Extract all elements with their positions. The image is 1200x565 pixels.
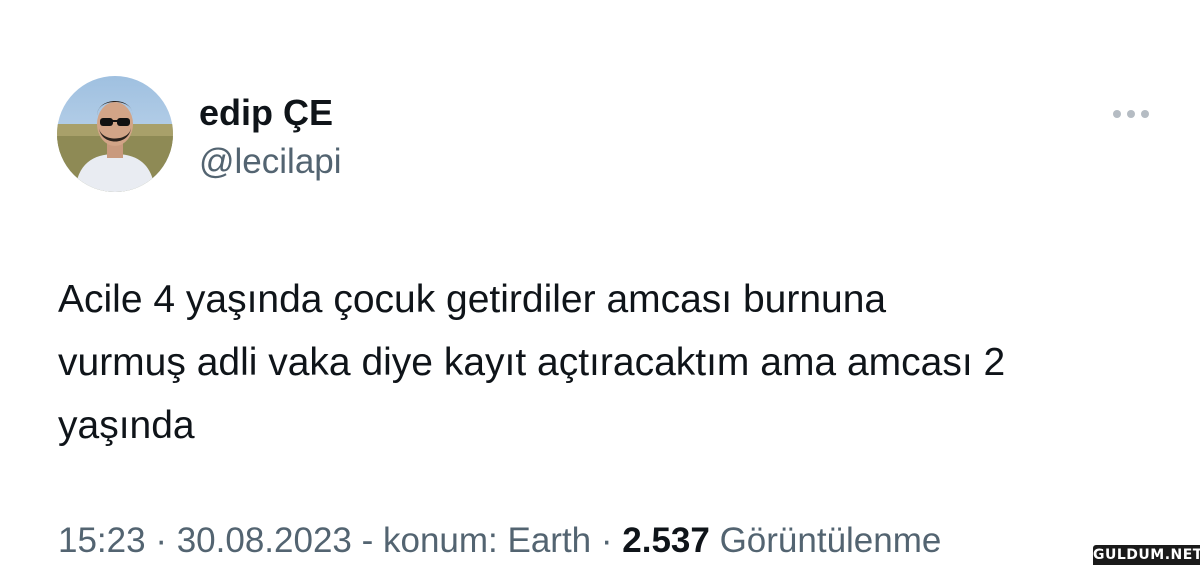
avatar-photo xyxy=(57,76,173,192)
meta-separator: · xyxy=(591,521,623,560)
ellipsis-icon xyxy=(1113,110,1149,118)
views-label: Görüntülenme xyxy=(709,521,942,560)
tweet-time[interactable]: 15:23 xyxy=(58,521,146,560)
more-options-button[interactable] xyxy=(1108,100,1154,128)
tweet-card: edip ÇE @lecilapi Acile 4 yaşında çocuk … xyxy=(0,0,1200,565)
meta-separator: · xyxy=(145,521,177,560)
tweet-location: - konum: Earth xyxy=(351,521,592,560)
tweet-date[interactable]: 30.08.2023 xyxy=(177,521,352,560)
author-display-name[interactable]: edip ÇE xyxy=(199,92,333,134)
watermark-logo: GULDUM.NET xyxy=(1093,545,1200,565)
avatar[interactable] xyxy=(57,76,173,192)
tweet-text: Acile 4 yaşında çocuk getirdiler amcası … xyxy=(58,278,1006,447)
tweet-metadata: 15:23 · 30.08.2023 - konum: Earth · 2.53… xyxy=(58,519,941,563)
views-count[interactable]: 2.537 xyxy=(622,521,710,560)
author-handle[interactable]: @lecilapi xyxy=(199,141,342,183)
